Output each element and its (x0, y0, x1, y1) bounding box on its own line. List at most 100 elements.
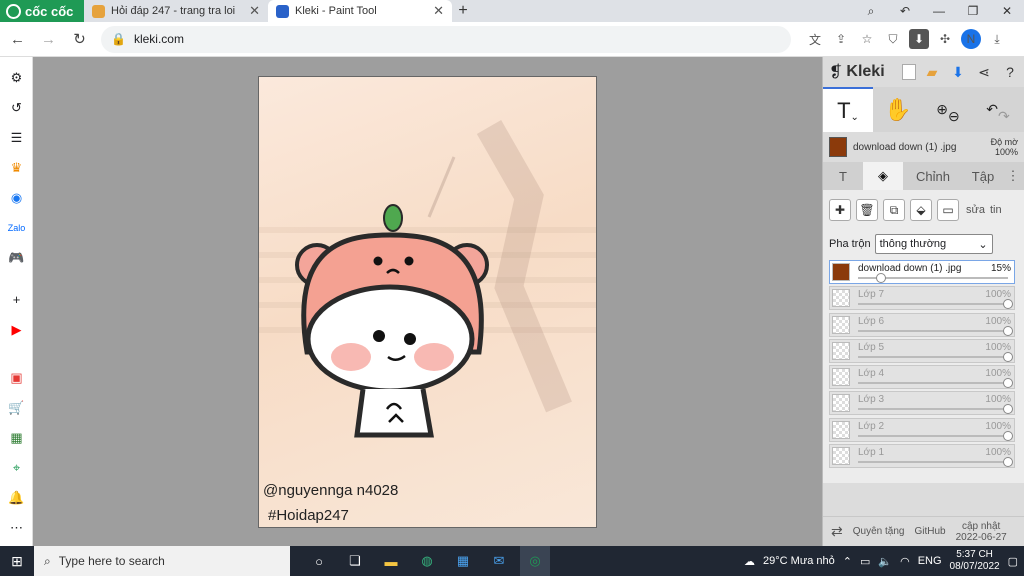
taskbar-search[interactable]: ⌕ Type here to search (34, 546, 290, 576)
layer-item[interactable]: Lớp 2 100% (829, 417, 1015, 442)
layer-item[interactable]: Lớp 3 100% (829, 391, 1015, 416)
blend-mode-select[interactable]: thông thường ⌄ (874, 234, 993, 254)
forward-arrow-icon[interactable]: → (35, 26, 62, 53)
new-file-icon[interactable] (902, 64, 916, 80)
layer-opacity-slider[interactable] (858, 273, 1008, 283)
map-pin-icon[interactable]: ⌖ (8, 459, 25, 476)
slider-knob[interactable] (1003, 299, 1013, 310)
cart-icon[interactable]: 🛒 (8, 399, 25, 416)
layer-opacity-slider[interactable] (858, 325, 1013, 336)
tab-hoidap[interactable]: Hỏi đáp 247 - trang tra loi ✕ (84, 0, 268, 22)
delete-layer-button[interactable]: 🗑 (856, 199, 878, 221)
share-icon[interactable]: ⇪ (831, 29, 851, 49)
close-icon[interactable]: ✕ (249, 3, 260, 19)
layer-item[interactable]: download down (1) .jpg 15% (829, 260, 1015, 284)
help-icon[interactable]: ? (1000, 62, 1020, 82)
share-icon[interactable]: ⋖ (974, 62, 994, 82)
add-layer-button[interactable]: ✚ (829, 199, 851, 221)
slider-knob[interactable] (1003, 457, 1013, 468)
layer-item[interactable]: Lớp 6 100% (829, 312, 1015, 337)
layer-item[interactable]: Lớp 1 100% (829, 444, 1015, 469)
layer-opacity-slider[interactable] (858, 430, 1013, 441)
canvas-area[interactable]: @nguyennga n4028 #Hoidap247 (33, 57, 822, 546)
open-folder-icon[interactable]: ▰ (922, 62, 942, 82)
slider-knob[interactable] (1003, 325, 1013, 336)
coccoc-taskbar-icon[interactable]: ◎ (520, 546, 550, 576)
swap-arrows-icon[interactable]: ⇄ (831, 523, 843, 540)
tab-text-tool[interactable]: T (823, 162, 863, 190)
layer-opacity-slider[interactable] (858, 378, 1013, 389)
clock[interactable]: 5:37 CH 08/07/2022 (950, 549, 1000, 573)
windows-start-icon[interactable]: ⊞ (0, 546, 34, 576)
more-icon[interactable]: ⋯ (8, 519, 25, 536)
slider-knob[interactable] (1003, 430, 1013, 441)
layer-opacity-slider[interactable] (858, 404, 1013, 415)
slider-knob[interactable] (1003, 351, 1013, 362)
new-tab-button[interactable]: + (452, 0, 474, 22)
layer-item[interactable]: Lớp 5 100% (829, 338, 1015, 363)
table-icon[interactable]: ▦ (8, 429, 25, 446)
language-indicator[interactable]: ENG (918, 555, 942, 567)
file-explorer-icon[interactable]: ▬ (376, 546, 406, 576)
translate-icon[interactable]: 文 (805, 29, 825, 49)
tab-adjust[interactable]: Chỉnh (903, 162, 963, 190)
redo-icon[interactable]: ↷ (998, 108, 1010, 125)
history-icon[interactable]: ↺ (8, 99, 25, 116)
layer-item[interactable]: Lớp 4 100% (829, 365, 1015, 390)
slider-knob[interactable] (1003, 378, 1013, 389)
back-arrow-icon[interactable]: ← (4, 26, 31, 53)
zoom-out-icon[interactable]: ⊖ (948, 108, 960, 125)
more-vertical-icon[interactable]: ⋮ (1003, 162, 1023, 190)
mail-icon[interactable]: ✉ (484, 546, 514, 576)
battery-icon[interactable]: ▭ (860, 555, 870, 568)
store-icon[interactable]: ▦ (448, 546, 478, 576)
restore-icon[interactable]: ❐ (956, 0, 990, 22)
layer-item[interactable]: Lớp 7 100% (829, 286, 1015, 311)
add-icon[interactable]: + (8, 291, 25, 308)
address-bar[interactable]: 🔒 kleki.com (101, 25, 791, 53)
weather-text[interactable]: 29°C Mưa nhỏ (763, 555, 835, 567)
tab-file[interactable]: Tập (963, 162, 1003, 190)
cortana-icon[interactable]: ○ (304, 546, 334, 576)
crown-icon[interactable]: ♛ (8, 159, 25, 176)
game-controller-icon[interactable]: 🎮 (8, 249, 25, 266)
download-box-icon[interactable]: ⬇ (909, 29, 929, 49)
edge-icon[interactable]: ◍ (412, 546, 442, 576)
hand-tool-button[interactable]: ✋ (873, 87, 923, 132)
minimize-icon[interactable]: — (922, 0, 956, 22)
tray-arrow-icon[interactable]: ⌃ (843, 555, 852, 568)
slider-knob[interactable] (1003, 404, 1013, 415)
zoom-buttons[interactable]: ⊕ ⊖ (923, 87, 973, 132)
save-download-icon[interactable]: ⬇ (948, 62, 968, 82)
settings-gear-icon[interactable]: ⚙ (8, 69, 25, 86)
duplicate-layer-button[interactable]: ⧉ (883, 199, 905, 221)
text-tool-button[interactable]: T ⌄ (823, 87, 873, 132)
notification-icon[interactable]: ▢ (1008, 555, 1018, 568)
downloads-icon[interactable]: ⤓ (987, 29, 1007, 49)
layer-opacity-slider[interactable] (858, 351, 1013, 362)
tab-search-icon[interactable]: ⌕ (854, 0, 888, 22)
profile-avatar[interactable]: N (961, 29, 981, 49)
zoom-in-icon[interactable]: ⊕ (936, 101, 948, 118)
github-link[interactable]: GitHub (914, 526, 945, 537)
messenger-icon[interactable]: ◉ (8, 189, 25, 206)
coccoc-brand[interactable]: cốc cốc (0, 0, 84, 22)
zalo-icon[interactable]: Zalo (8, 219, 26, 236)
bell-icon[interactable]: 🔔 (8, 489, 25, 506)
reload-icon[interactable]: ↻ (66, 26, 93, 53)
merge-layer-button[interactable]: ⬙ (910, 199, 932, 221)
drawing-canvas[interactable]: @nguyennga n4028 #Hoidap247 (258, 76, 597, 528)
layer-opacity-slider[interactable] (858, 457, 1013, 468)
donate-link[interactable]: Quyên tặng (853, 526, 905, 537)
bookmark-star-icon[interactable]: ☆ (857, 29, 877, 49)
task-view-icon[interactable]: ❏ (340, 546, 370, 576)
undo-icon[interactable]: ↶ (986, 101, 998, 118)
window-close-icon[interactable]: ✕ (990, 0, 1024, 22)
shield-icon[interactable]: ⛉ (883, 29, 903, 49)
tab-layers[interactable]: ◈ (863, 162, 903, 190)
shopee-icon[interactable]: ▣ (8, 369, 25, 386)
back-history-icon[interactable]: ↶ (888, 0, 922, 22)
youtube-icon[interactable]: ▶ (8, 321, 25, 338)
speaker-icon[interactable]: 🔈 (878, 555, 892, 568)
tab-kleki[interactable]: Kleki - Paint Tool ✕ (268, 0, 452, 22)
